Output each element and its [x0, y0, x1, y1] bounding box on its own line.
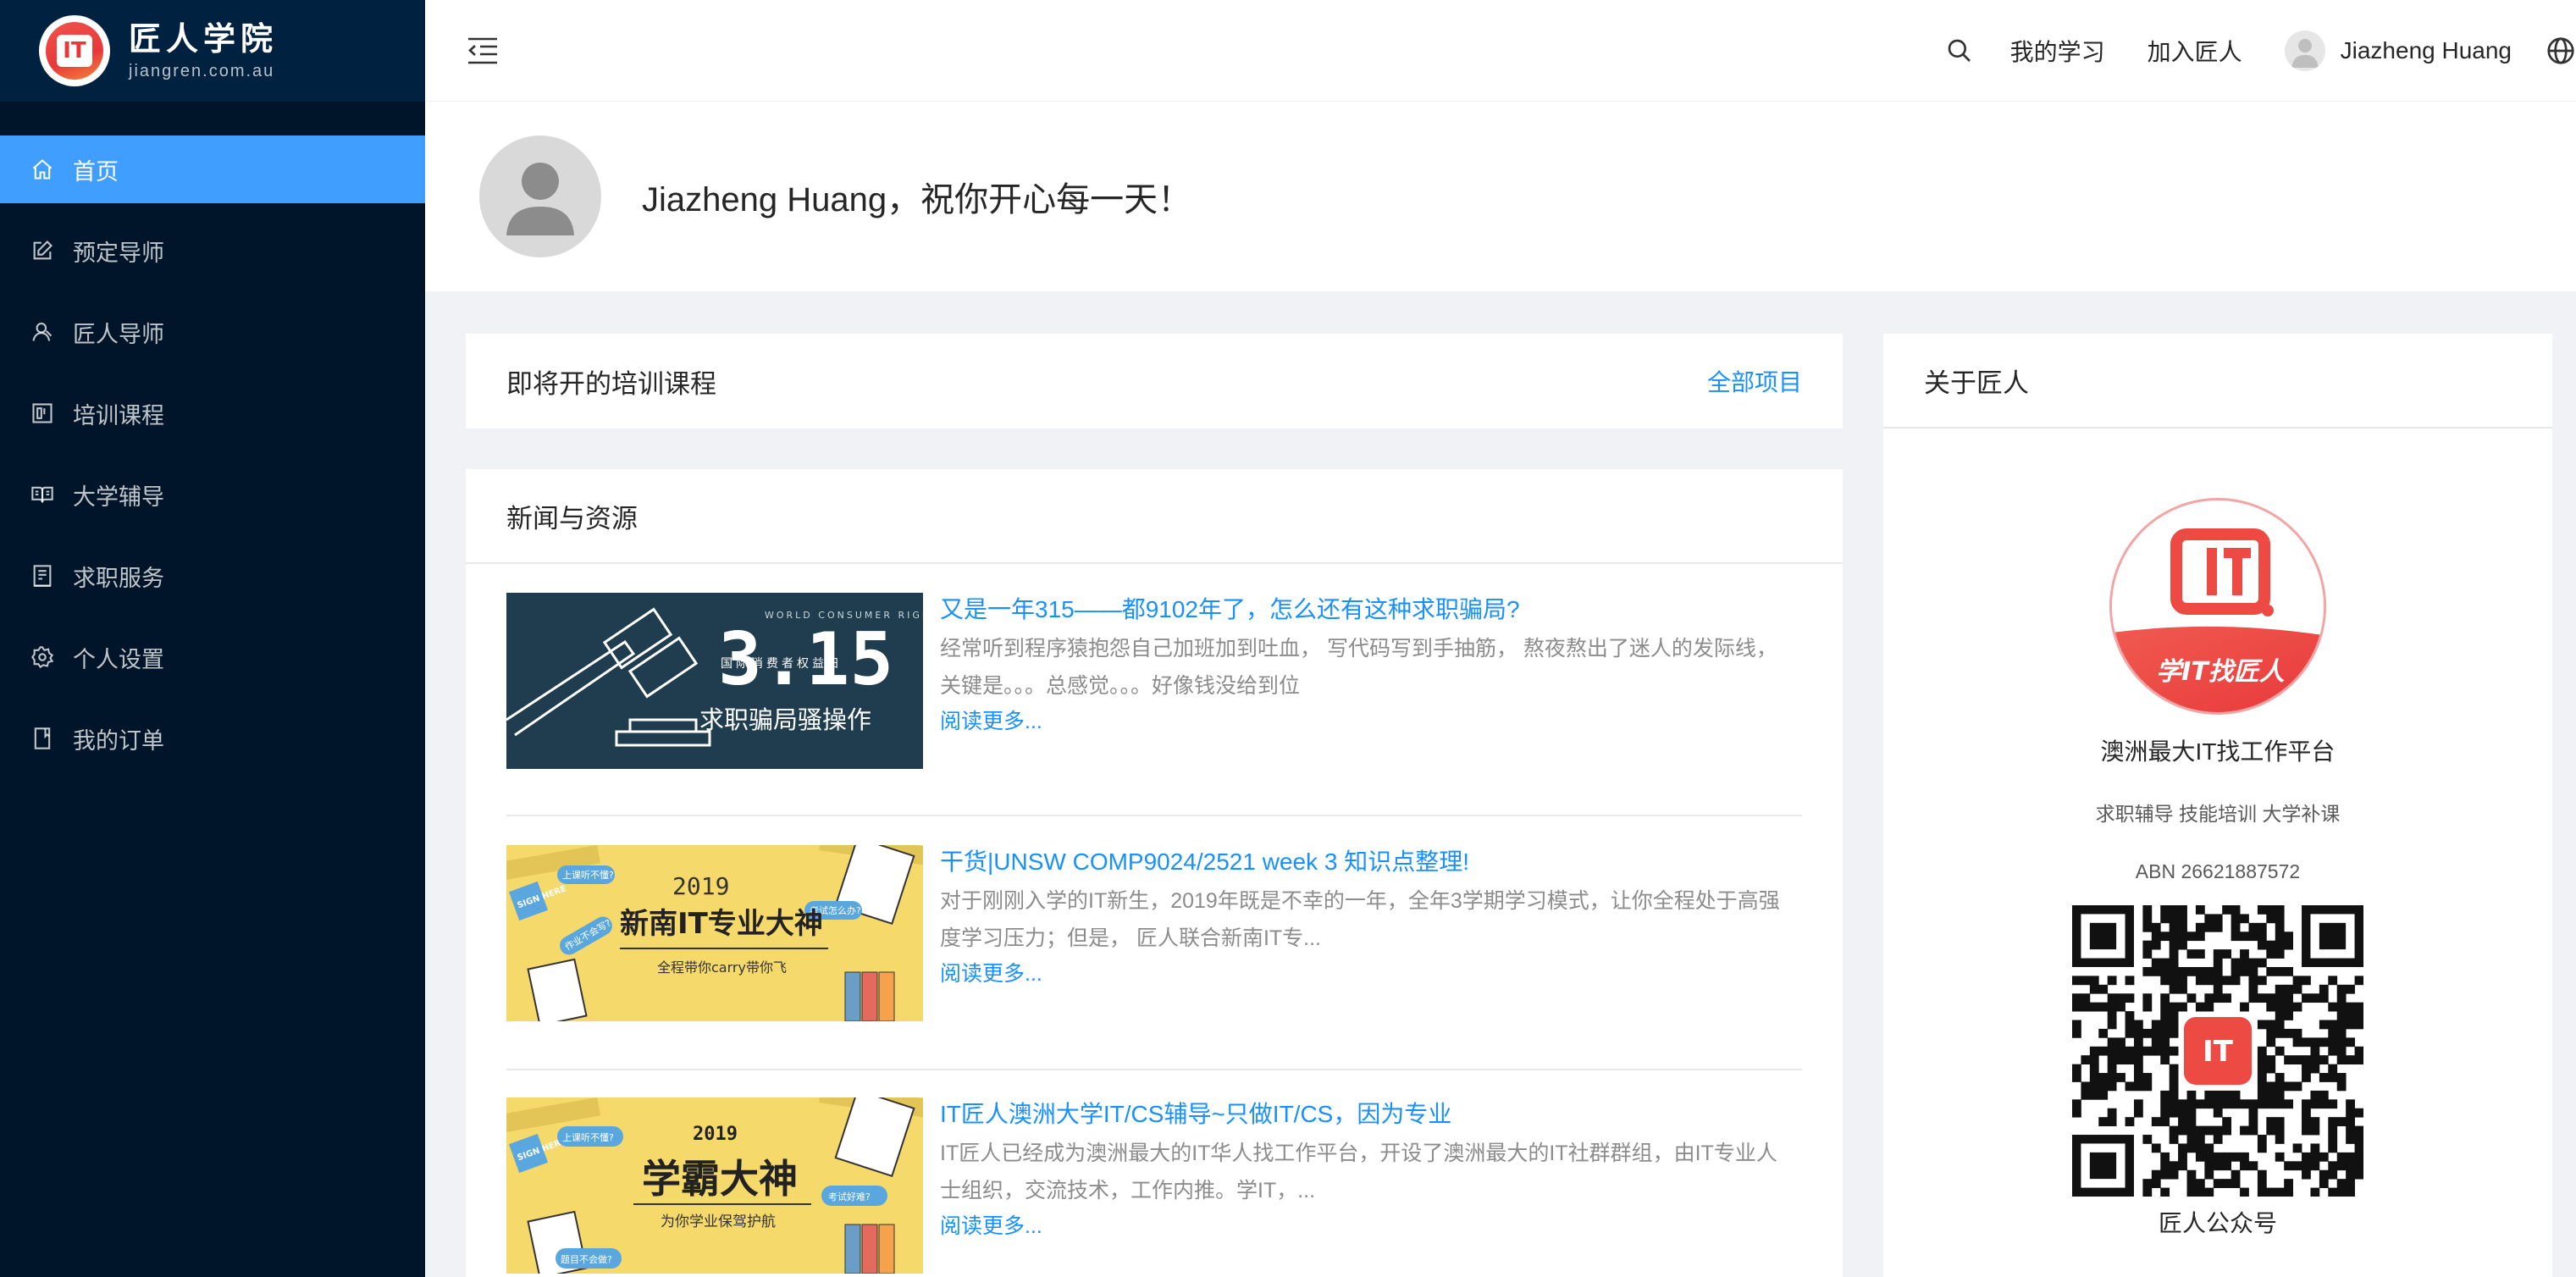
avatar: [479, 135, 601, 257]
svg-text:IT: IT: [2203, 1035, 2234, 1069]
img-subtitle: 全程带你carry带你飞: [657, 959, 787, 976]
news-description: IT匠人已经成为澳洲最大的IT华人找工作平台，开设了澳洲最大的IT社群群组，由I…: [940, 1142, 1777, 1202]
about-card: 关于匠人 学IT找匠人 澳洲最大IT找工作平台 求职辅导 技能培训 大学补课 A…: [1883, 334, 2552, 1277]
card-title: 即将开的培训课程: [506, 368, 716, 399]
sidebar-item-orders[interactable]: 我的订单: [0, 705, 425, 772]
sidebar-item-label: 个人设置: [73, 646, 164, 672]
read-more-link[interactable]: 阅读更多...: [940, 1209, 1787, 1243]
gear-icon: [30, 645, 54, 669]
user-icon: [30, 320, 54, 344]
news-title[interactable]: IT匠人澳洲大学IT/CS辅导~只做IT/CS，因为专业: [940, 1099, 1787, 1130]
img-year: 2019: [693, 1124, 738, 1145]
brand-logo: 学IT找匠人: [2109, 498, 2326, 715]
my-learning-link[interactable]: 我的学习: [2010, 34, 2105, 68]
sidebar-item-label: 求职服务: [73, 565, 164, 591]
img-bubble-3: 题目不会做?: [561, 1253, 612, 1265]
img-bubble-1: 上课听不懂?: [562, 1132, 614, 1143]
news-thumbnail[interactable]: SIGN HERE 上课听不懂? 考试怎么办? 作业不会写? 2019 新南IT…: [506, 845, 923, 1021]
book-icon: [30, 483, 54, 506]
user-name: Jiazheng Huang: [2340, 36, 2512, 64]
sidebar-item-book-mentor[interactable]: 预定导师: [0, 217, 425, 285]
list-item: SIGN HERE 上课听不懂? 考试怎么办? 作业不会写? 2019 新南IT…: [506, 845, 1802, 1021]
about-abn: ABN 26621887572: [2135, 860, 2301, 882]
sidebar-item-job-service[interactable]: 求职服务: [0, 542, 425, 610]
img-bubble-2: 考试好难?: [828, 1191, 871, 1202]
news-title[interactable]: 又是一年315——都9102年了，怎么还有这种求职骗局?: [940, 594, 1787, 625]
logo[interactable]: IT 匠人学院 jiangren.com.au: [0, 0, 425, 102]
home-icon: [30, 158, 54, 181]
top-header: 我的学习 加入匠人 Jiazheng Huang: [425, 0, 2576, 102]
news-description: 经常听到程序猿抱怨自己加班加到吐血， 写代码写到手抽筋， 熬夜熬出了迷人的发际线…: [940, 637, 1777, 698]
img-subtitle: 为你学业保驾护航: [661, 1213, 776, 1230]
sidebar-item-courses[interactable]: 培训课程: [0, 379, 425, 447]
sidebar: IT 匠人学院 jiangren.com.au 首页 预定导师 匠人导师 培训课…: [0, 0, 425, 1277]
user-menu[interactable]: Jiazheng Huang: [2284, 30, 2512, 71]
news-description: 对于刚刚入学的IT新生，2019年既是不幸的一年，全年3学期学习模式，让你全程处…: [940, 889, 1780, 950]
globe-icon[interactable]: [2546, 36, 2576, 66]
divider: [506, 1069, 1802, 1070]
sidebar-item-mentors[interactable]: 匠人导师: [0, 298, 425, 366]
sidebar-menu: 首页 预定导师 匠人导师 培训课程 大学辅导 求职服务 个人设置 我的订单: [0, 135, 425, 772]
course-icon: [30, 401, 54, 425]
img-title: 学霸大神: [642, 1156, 798, 1202]
logo-title: 匠人学院: [129, 21, 279, 58]
sidebar-item-label: 培训课程: [73, 402, 164, 428]
img-title: 新南IT专业大神: [620, 907, 823, 941]
avatar: [2284, 30, 2325, 71]
qr-caption: 匠人公众号: [2158, 1210, 2277, 1236]
card-title: 关于匠人: [1924, 368, 2029, 398]
upcoming-courses-card: 即将开的培训课程 全部项目: [466, 334, 1843, 428]
about-services: 求职辅导 技能培训 大学补课: [2095, 803, 2341, 825]
sidebar-item-home[interactable]: 首页: [0, 135, 425, 203]
welcome-message: Jiazheng Huang，祝你开心每一天！: [642, 181, 1192, 218]
img-year: 2019: [672, 872, 729, 900]
edit-icon: [30, 239, 54, 263]
list-item: SIGN HERE 上课听不懂? 考试好难? 题目不会做? 2019 学霸大神 …: [506, 1097, 1802, 1274]
img-bubble-1: 上课听不懂?: [562, 870, 614, 881]
logo-banner-text: 学IT找匠人: [2156, 657, 2285, 687]
logo-icon: IT: [39, 15, 110, 86]
sidebar-item-label: 大学辅导: [73, 484, 164, 510]
sidebar-item-settings[interactable]: 个人设置: [0, 623, 425, 691]
all-projects-link[interactable]: 全部项目: [1707, 364, 1802, 398]
menu-collapse-icon[interactable]: [466, 34, 500, 68]
sidebar-item-label: 我的订单: [73, 727, 164, 754]
sidebar-item-label: 首页: [73, 158, 119, 185]
img-small-text: 国际消费者权益日: [721, 657, 843, 671]
divider: [506, 815, 1802, 816]
img-caption: 求职骗局骚操作: [699, 705, 871, 734]
about-tagline: 澳洲最大IT找工作平台: [2100, 738, 2336, 765]
read-more-link[interactable]: 阅读更多...: [940, 705, 1787, 738]
news-thumbnail[interactable]: SIGN HERE 上课听不懂? 考试好难? 题目不会做? 2019 学霸大神 …: [506, 1097, 923, 1274]
sidebar-item-label: 匠人导师: [73, 321, 164, 347]
job-icon: [30, 564, 54, 588]
logo-glyph: IT: [57, 35, 92, 67]
sidebar-item-label: 预定导师: [73, 240, 164, 266]
wechat-qr-code: IT: [2072, 905, 2364, 1197]
order-icon: [30, 727, 54, 750]
join-link[interactable]: 加入匠人: [2148, 34, 2242, 68]
news-card: 新闻与资源 WORLD CONSUMER RIGHTS DAY 3.15 国际消…: [466, 469, 1843, 1277]
welcome-banner: Jiazheng Huang，祝你开心每一天！: [425, 102, 2576, 291]
search-icon[interactable]: [1943, 34, 1976, 68]
sidebar-item-tutoring[interactable]: 大学辅导: [0, 461, 425, 528]
read-more-link[interactable]: 阅读更多...: [940, 957, 1787, 991]
news-title[interactable]: 干货|UNSW COMP9024/2521 week 3 知识点整理!: [940, 847, 1787, 877]
news-thumbnail[interactable]: WORLD CONSUMER RIGHTS DAY 3.15 国际消费者权益日 …: [506, 593, 923, 769]
card-title: 新闻与资源: [506, 503, 638, 533]
list-item: WORLD CONSUMER RIGHTS DAY 3.15 国际消费者权益日 …: [506, 593, 1802, 769]
logo-subtitle: jiangren.com.au: [129, 61, 275, 80]
